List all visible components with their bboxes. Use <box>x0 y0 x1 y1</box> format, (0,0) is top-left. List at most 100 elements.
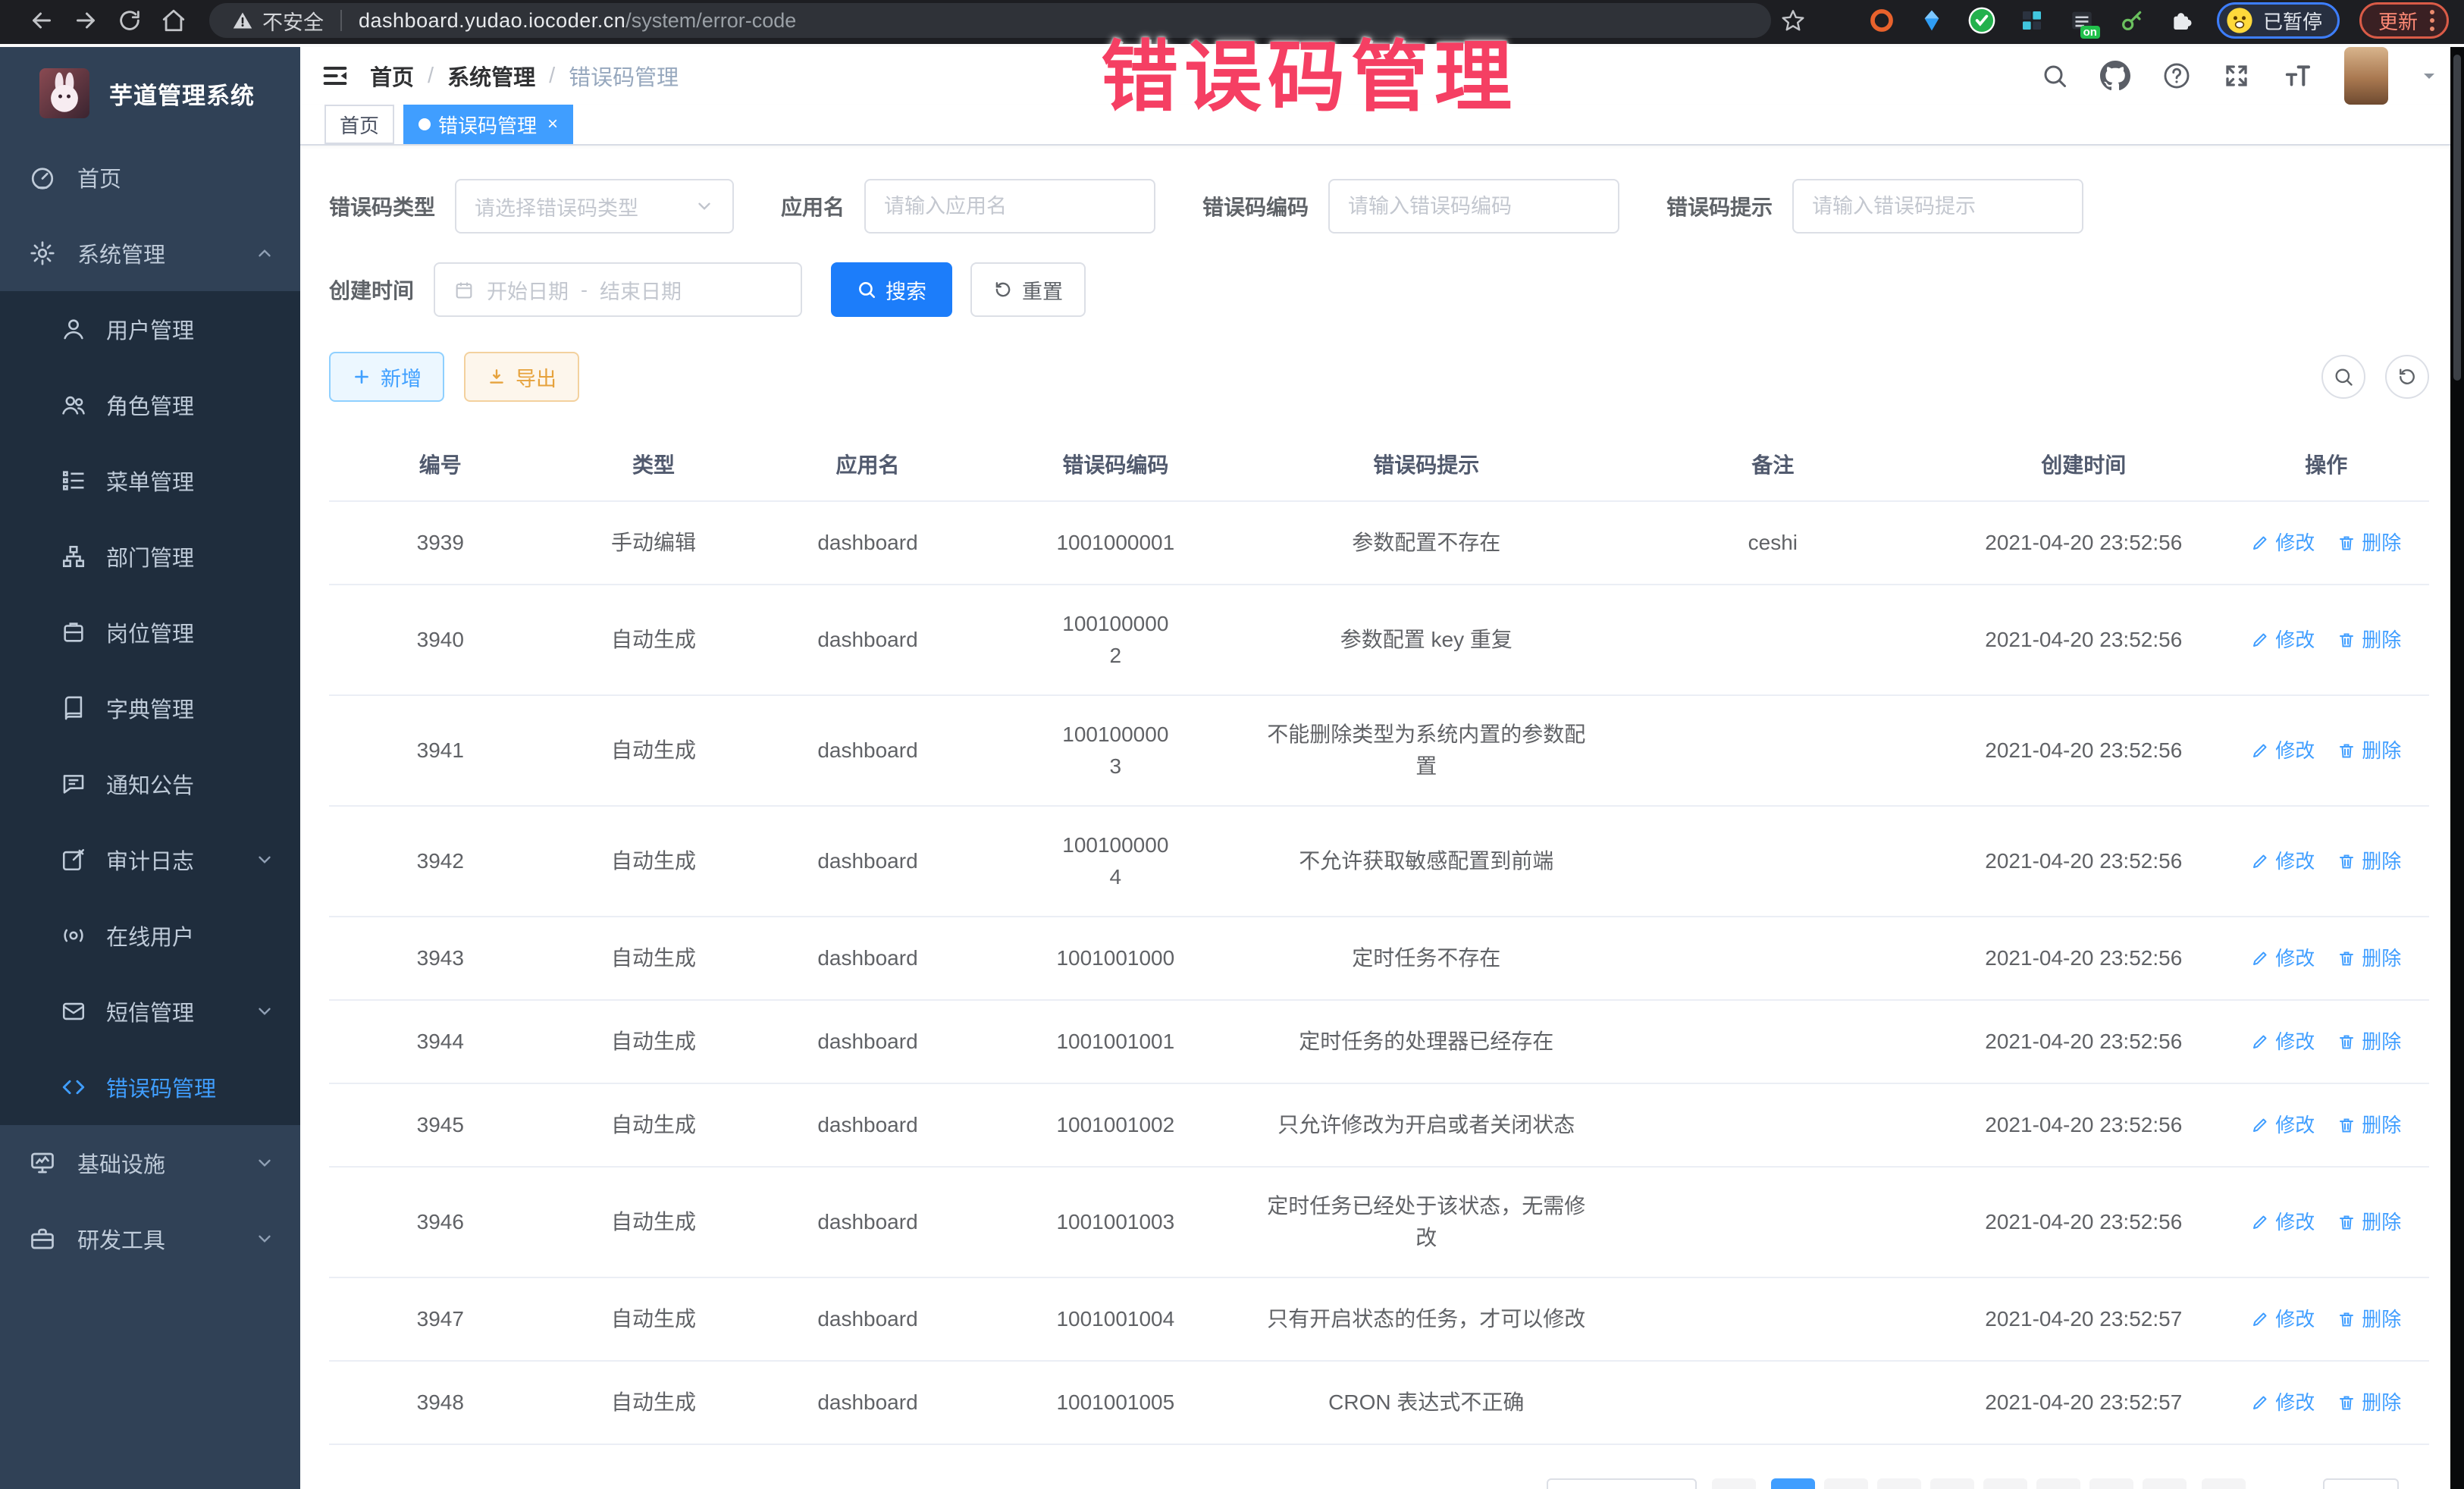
end-date-placeholder: 结束日期 <box>600 275 682 305</box>
sidebar-item-home[interactable]: 首页 <box>0 139 300 215</box>
extension-grid-icon[interactable] <box>2017 5 2047 36</box>
trash-icon <box>2337 741 2356 760</box>
search-button[interactable]: 搜索 <box>831 262 952 317</box>
table-toolbar: 新增 导出 <box>329 352 2429 402</box>
sidebar-item-dev-tools[interactable]: 研发工具 <box>0 1201 300 1277</box>
error-hint-input[interactable] <box>1812 195 2064 218</box>
page-button[interactable]: 6 <box>2036 1478 2080 1489</box>
error-type-select[interactable]: 请选择错误码类型 <box>455 179 734 234</box>
edit-link[interactable]: 修改 <box>2251 847 2315 876</box>
page-button[interactable]: 5 <box>1983 1478 2027 1489</box>
next-page-button[interactable] <box>2202 1478 2246 1489</box>
close-tab-icon[interactable]: × <box>547 114 558 135</box>
edit-link[interactable]: 修改 <box>2251 1388 2315 1418</box>
extension-orange-icon[interactable] <box>1867 5 1897 36</box>
page-button[interactable]: 8 <box>2143 1478 2187 1489</box>
browser-back-icon[interactable] <box>20 3 64 38</box>
sidebar-item-audit-log[interactable]: 审计日志 <box>0 822 300 898</box>
page-button[interactable]: ••• <box>2089 1478 2133 1489</box>
search-icon[interactable] <box>2041 62 2068 89</box>
bookmark-star-icon[interactable] <box>1771 3 1815 38</box>
cell-type: 自动生成 <box>552 1281 756 1358</box>
page-button[interactable]: 3 <box>1877 1478 1921 1489</box>
sidebar-item-dict[interactable]: 字典管理 <box>0 670 300 746</box>
delete-link[interactable]: 删除 <box>2337 847 2401 876</box>
cell-remark <box>1602 1380 1945 1425</box>
cell-actions: 修改 删除 <box>2223 1088 2428 1163</box>
delete-link[interactable]: 删除 <box>2337 944 2401 973</box>
help-icon[interactable] <box>2162 61 2191 90</box>
edit-link[interactable]: 修改 <box>2251 944 2315 973</box>
user-avatar[interactable] <box>2344 47 2388 105</box>
table-row: 3945 自动生成 dashboard 1001001002 只允许修改为开启或… <box>329 1084 2429 1168</box>
export-button[interactable]: 导出 <box>464 352 579 402</box>
chevron-up-icon <box>255 243 274 263</box>
sidebar-item-users[interactable]: 用户管理 <box>0 291 300 367</box>
edit-link[interactable]: 修改 <box>2251 625 2315 655</box>
sidebar-item-posts[interactable]: 岗位管理 <box>0 594 300 670</box>
delete-link[interactable]: 删除 <box>2337 625 2401 655</box>
app-logo[interactable]: 芋道管理系统 <box>0 47 300 139</box>
browser-home-icon[interactable] <box>152 3 196 38</box>
delete-link[interactable]: 删除 <box>2337 736 2401 766</box>
github-icon[interactable] <box>2100 61 2130 91</box>
sidebar-item-infrastructure[interactable]: 基础设施 <box>0 1125 300 1201</box>
edit-link[interactable]: 修改 <box>2251 528 2315 558</box>
sidebar-item-departments[interactable]: 部门管理 <box>0 519 300 594</box>
sidebar-item-sms[interactable]: 短信管理 <box>0 973 300 1049</box>
add-button[interactable]: 新增 <box>329 352 444 402</box>
delete-link[interactable]: 删除 <box>2337 528 2401 558</box>
reset-button[interactable]: 重置 <box>970 262 1086 317</box>
browser-menu-icon[interactable] <box>2430 10 2434 31</box>
app-name-input[interactable] <box>884 195 1136 218</box>
date-range-picker[interactable]: 开始日期 - 结束日期 <box>434 262 802 317</box>
profile-paused-badge[interactable]: 已暂停 <box>2217 2 2340 39</box>
goto-page-input[interactable] <box>2323 1478 2399 1489</box>
sidebar-item-menus[interactable]: 菜单管理 <box>0 443 300 519</box>
extension-puzzle-icon[interactable] <box>2167 5 2197 36</box>
extension-gem-icon[interactable] <box>1917 5 1947 36</box>
address-bar[interactable]: 不安全 dashboard.yudao.iocoder.cn/system/er… <box>209 3 1771 38</box>
edit-link[interactable]: 修改 <box>2251 736 2315 766</box>
delete-link[interactable]: 删除 <box>2337 1027 2401 1057</box>
scrollbar-thumb[interactable] <box>2453 55 2461 381</box>
table-search-toggle-icon[interactable] <box>2321 355 2365 399</box>
page-button[interactable]: 2 <box>1824 1478 1868 1489</box>
sidebar-item-error-code[interactable]: 错误码管理 <box>0 1049 300 1125</box>
edit-link[interactable]: 修改 <box>2251 1027 2315 1057</box>
sidebar-item-system[interactable]: 系统管理 <box>0 215 300 291</box>
edit-link[interactable]: 修改 <box>2251 1111 2315 1140</box>
emoji-avatar-icon <box>2225 6 2254 35</box>
extension-green-check-icon[interactable] <box>1967 5 1997 36</box>
sidebar-item-online-users[interactable]: 在线用户 <box>0 898 300 973</box>
page-size-select[interactable]: 10条/页 <box>1547 1478 1697 1489</box>
delete-link[interactable]: 删除 <box>2337 1111 2401 1140</box>
edit-link[interactable]: 修改 <box>2251 1208 2315 1237</box>
tab-error-code[interactable]: 错误码管理 × <box>403 105 573 144</box>
prev-page-button[interactable] <box>1712 1478 1756 1489</box>
page-button[interactable]: 1 <box>1771 1478 1815 1489</box>
extension-switch-on-icon[interactable]: on <box>2067 5 2097 36</box>
browser-update-button[interactable]: 更新 <box>2359 2 2449 39</box>
site-security-chip[interactable]: 不安全 <box>232 6 324 36</box>
browser-forward-icon[interactable] <box>64 3 108 38</box>
edit-link[interactable]: 修改 <box>2251 1305 2315 1334</box>
sidebar-item-notice[interactable]: 通知公告 <box>0 746 300 822</box>
delete-link[interactable]: 删除 <box>2337 1305 2401 1334</box>
hamburger-icon[interactable] <box>300 47 370 105</box>
caret-down-icon[interactable] <box>2420 67 2438 85</box>
font-size-icon[interactable] <box>2282 61 2312 91</box>
fullscreen-icon[interactable] <box>2223 62 2250 89</box>
browser-reload-icon[interactable] <box>108 3 152 38</box>
delete-link[interactable]: 删除 <box>2337 1388 2401 1418</box>
error-code-input[interactable] <box>1348 195 1600 218</box>
extension-key-icon[interactable] <box>2117 5 2147 36</box>
breadcrumb-home[interactable]: 首页 <box>370 60 414 92</box>
browser-scrollbar[interactable] <box>2450 47 2464 1489</box>
table-refresh-icon[interactable] <box>2385 355 2429 399</box>
sidebar-item-roles[interactable]: 角色管理 <box>0 367 300 443</box>
delete-link[interactable]: 删除 <box>2337 1208 2401 1237</box>
breadcrumb-system[interactable]: 系统管理 <box>447 60 535 92</box>
page-button[interactable]: 4 <box>1930 1478 1974 1489</box>
tab-home[interactable]: 首页 <box>324 105 394 144</box>
